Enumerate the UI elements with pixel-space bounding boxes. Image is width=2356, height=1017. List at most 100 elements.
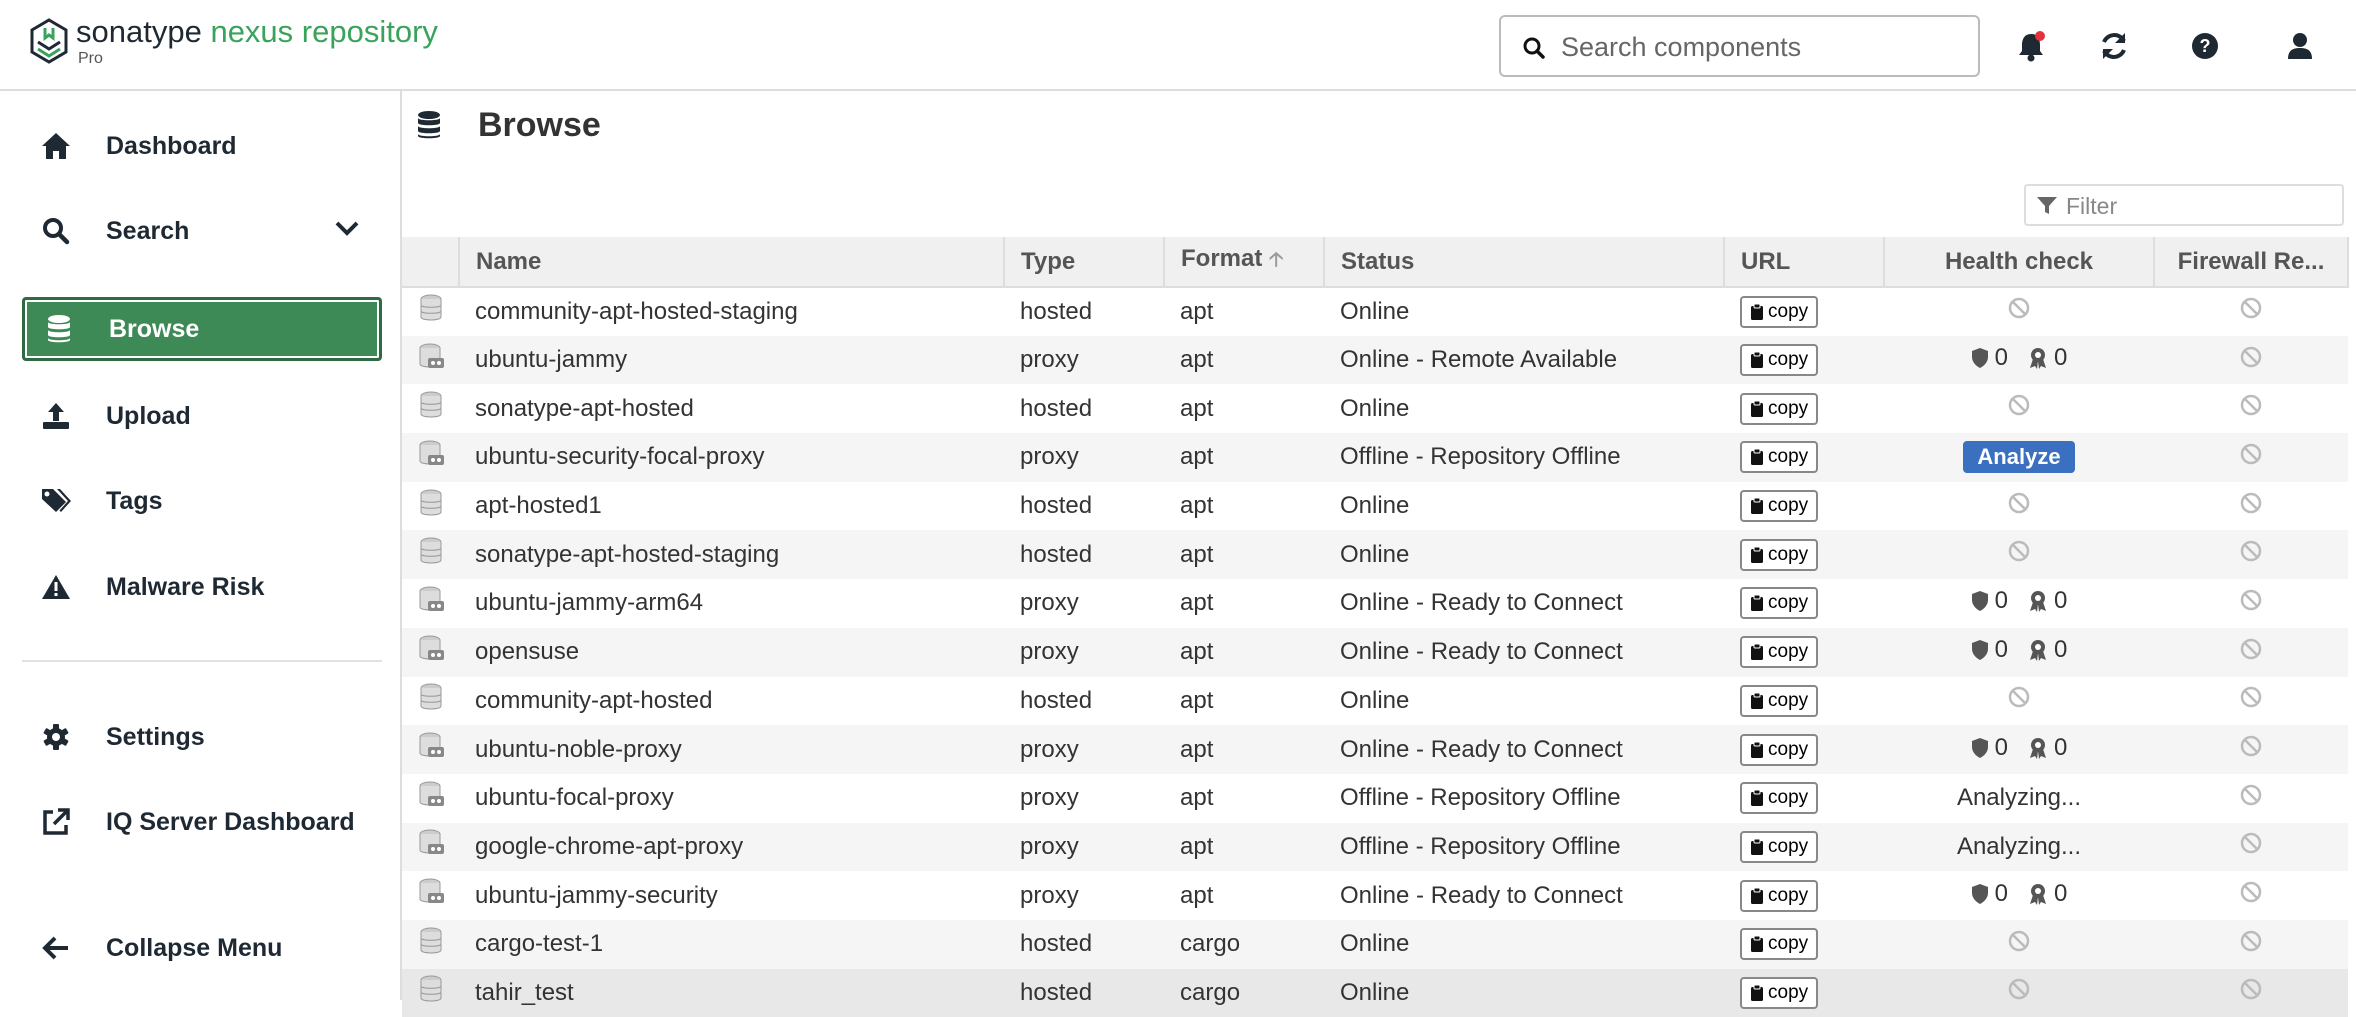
license-issues[interactable]: 0 — [2028, 734, 2067, 762]
user-icon[interactable] — [2280, 26, 2320, 66]
repo-name[interactable]: community-apt-hosted-staging — [459, 287, 1004, 336]
copy-url-button[interactable]: copy — [1740, 830, 1819, 863]
copy-url-button[interactable]: copy — [1740, 733, 1819, 766]
security-issues[interactable]: 0 — [1971, 880, 2008, 908]
copy-url-button[interactable]: copy — [1740, 490, 1819, 523]
copy-url-button[interactable]: copy — [1740, 295, 1819, 328]
sidebar-item-malware-risk[interactable]: Malware Risk — [22, 555, 382, 619]
copy-url-button[interactable]: copy — [1740, 344, 1819, 377]
repo-name[interactable]: opensuse — [459, 627, 1004, 677]
chevron-down-icon[interactable] — [334, 219, 360, 237]
clipboard-icon — [1751, 594, 1763, 612]
repo-name[interactable]: sonatype-apt-hosted-staging — [459, 530, 1004, 580]
notification-bell-icon[interactable] — [2011, 26, 2051, 66]
repo-status: Online - Ready to Connect — [1324, 627, 1724, 677]
table-row[interactable]: google-chrome-apt-proxy proxy apt Offline -… — [402, 822, 2348, 872]
sidebar-item-tags[interactable]: Tags — [22, 469, 382, 533]
repo-name[interactable]: ubuntu-focal-proxy — [459, 774, 1004, 823]
copy-url-button[interactable]: copy — [1740, 782, 1819, 815]
repo-url-cell: copy — [1724, 822, 1884, 872]
column-header-status[interactable]: Status — [1324, 237, 1725, 288]
column-header-type[interactable]: Type — [1004, 237, 1165, 288]
column-header-format[interactable]: Format 🡡 — [1164, 237, 1325, 288]
table-row[interactable]: tahir_test hosted cargo Online copy — [402, 968, 2348, 1017]
repo-name[interactable]: community-apt-hosted — [459, 677, 1004, 726]
table-row[interactable]: ubuntu-security-focal-proxy proxy apt Offli… — [402, 433, 2348, 482]
copy-url-button[interactable]: copy — [1740, 879, 1819, 912]
refresh-icon[interactable] — [2094, 26, 2134, 66]
table-row[interactable]: sonatype-apt-hosted hosted apt Online copy — [402, 384, 2348, 433]
repo-name[interactable]: ubuntu-jammy-arm64 — [459, 579, 1004, 628]
repo-status: Offline - Repository Offline — [1340, 784, 1621, 812]
column-header-name[interactable]: Name — [459, 237, 1005, 288]
license-issues[interactable]: 0 — [2028, 587, 2067, 615]
collapse-menu-button[interactable]: Collapse Menu — [22, 916, 382, 980]
table-row[interactable]: ubuntu-focal-proxy proxy apt Offline - Repo… — [402, 774, 2348, 823]
repo-name[interactable]: ubuntu-security-focal-proxy — [459, 433, 1004, 482]
component-search[interactable] — [1499, 15, 1980, 77]
security-issues[interactable]: 0 — [1971, 587, 2008, 615]
copy-url-button[interactable]: copy — [1740, 684, 1819, 717]
copy-url-button[interactable]: copy — [1740, 636, 1819, 669]
filter-input[interactable] — [2064, 191, 2334, 221]
table-row[interactable]: ubuntu-jammy-security proxy apt Online - Re… — [402, 871, 2348, 920]
table-row[interactable]: ubuntu-noble-proxy proxy apt Online - Ready… — [402, 725, 2348, 774]
table-row[interactable]: sonatype-apt-hosted-staging hosted apt Onli… — [402, 530, 2348, 580]
analyze-button[interactable]: Analyze — [1963, 441, 2075, 474]
proxy-repo-icon — [419, 586, 444, 611]
clipboard-icon — [1751, 303, 1763, 320]
repo-name[interactable]: google-chrome-apt-proxy — [459, 822, 1004, 872]
firewall-cell — [2154, 919, 2348, 969]
not-available-icon — [2240, 784, 2262, 805]
copy-url-button[interactable]: copy — [1740, 538, 1819, 571]
copy-url-button[interactable]: copy — [1740, 392, 1819, 425]
security-issues[interactable]: 0 — [1971, 344, 2008, 372]
filter-box[interactable] — [2024, 184, 2344, 226]
search-input[interactable] — [1559, 27, 1959, 67]
sidebar-item-upload[interactable]: Upload — [22, 384, 382, 448]
copy-url-button[interactable]: copy — [1740, 928, 1819, 961]
license-issues[interactable]: 0 — [2028, 344, 2067, 372]
table-row[interactable]: opensuse proxy apt Online - Ready to Connec… — [402, 627, 2348, 677]
column-header-health-check[interactable]: Health check — [1884, 237, 2155, 288]
repo-name[interactable]: ubuntu-jammy-security — [459, 871, 1004, 920]
table-row[interactable]: community-apt-hosted hosted apt Online copy — [402, 677, 2348, 726]
help-icon[interactable]: ? — [2185, 26, 2225, 66]
repo-name[interactable]: sonatype-apt-hosted — [459, 384, 1004, 433]
sidebar-item-dashboard[interactable]: Dashboard — [22, 114, 382, 178]
sidebar-item-search[interactable]: Search — [22, 199, 382, 263]
column-header-firewall[interactable]: Firewall Re... — [2154, 237, 2349, 288]
security-issues[interactable]: 0 — [1971, 734, 2008, 762]
repo-name[interactable]: tahir_test — [459, 968, 1004, 1017]
repo-type: proxy — [1020, 784, 1079, 812]
repo-status: Online — [1324, 530, 1724, 580]
security-issues[interactable]: 0 — [1971, 636, 2008, 664]
license-issues[interactable]: 0 — [2028, 636, 2067, 664]
table-row[interactable]: ubuntu-jammy proxy apt Online - Remote Avai… — [402, 335, 2348, 385]
repo-name[interactable]: ubuntu-jammy — [459, 335, 1004, 385]
repo-name[interactable]: ubuntu-noble-proxy — [459, 725, 1004, 774]
sidebar: Dashboard Search Browse Upload Tags Malw… — [0, 91, 402, 1000]
repo-name[interactable]: apt-hosted1 — [459, 482, 1004, 531]
table-row[interactable]: ubuntu-jammy-arm64 proxy apt Online - Ready… — [402, 579, 2348, 628]
copy-url-button[interactable]: copy — [1740, 587, 1819, 620]
repo-name[interactable]: cargo-test-1 — [459, 919, 1004, 969]
copy-url-button[interactable]: copy — [1740, 441, 1819, 474]
sidebar-divider — [22, 660, 382, 662]
sidebar-item-browse[interactable]: Browse — [22, 297, 382, 361]
sidebar-item-iq-server-dashboard[interactable]: IQ Server Dashboard — [22, 790, 382, 854]
repo-format: apt — [1164, 530, 1324, 580]
license-count: 0 — [2054, 879, 2068, 907]
table-row[interactable]: cargo-test-1 hosted cargo Online copy — [402, 919, 2348, 969]
copy-url-button[interactable]: copy — [1740, 976, 1819, 1009]
column-header-url[interactable]: URL — [1724, 237, 1885, 288]
sonatype-logo[interactable] — [28, 18, 70, 66]
table-row[interactable]: community-apt-hosted-staging hosted apt Onl… — [402, 287, 2348, 336]
not-available-icon — [2240, 979, 2262, 1000]
database-icon — [418, 111, 440, 139]
table-row[interactable]: apt-hosted1 hosted apt Online copy — [402, 482, 2348, 531]
copy-label: copy — [1768, 397, 1809, 419]
not-available-icon — [2008, 541, 2030, 562]
sidebar-item-settings[interactable]: Settings — [22, 705, 382, 769]
license-issues[interactable]: 0 — [2028, 880, 2067, 908]
